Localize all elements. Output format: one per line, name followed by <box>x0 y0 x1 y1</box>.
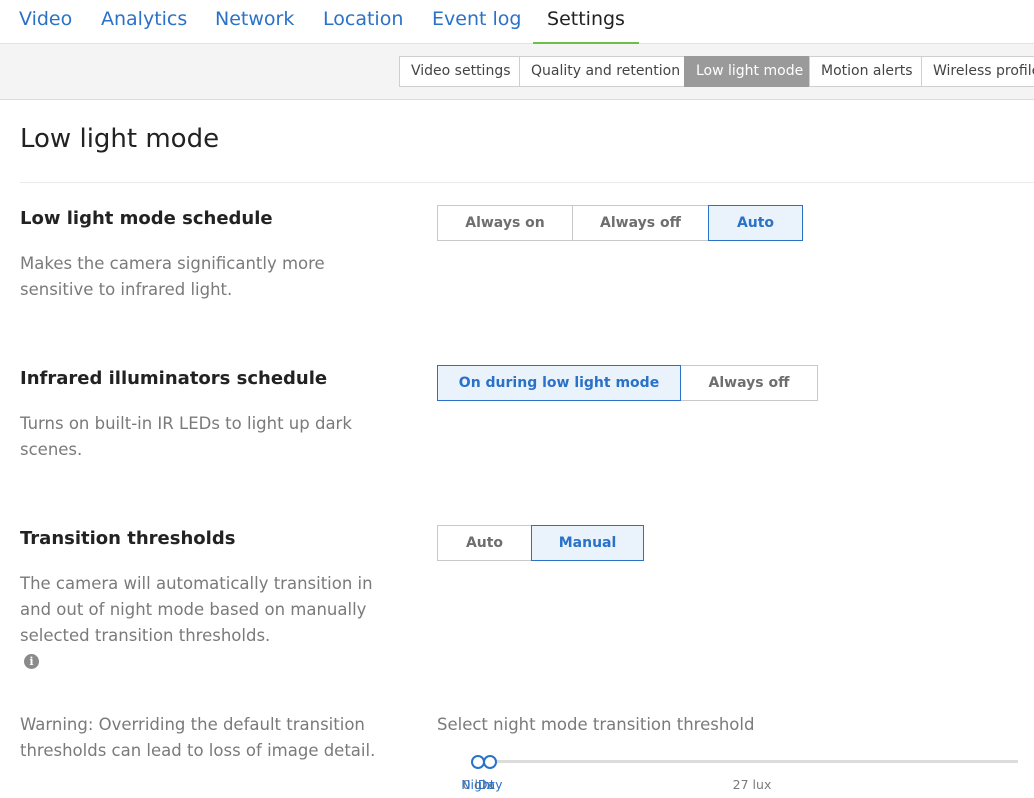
subtab-motion-alerts[interactable]: Motion alerts <box>809 56 922 87</box>
section-description-low-light-schedule: Makes the camera significantly more sens… <box>20 254 325 299</box>
subtab-wireless-profiles[interactable]: Wireless profiles <box>921 56 1034 87</box>
always-on-option[interactable]: Always on <box>437 205 573 241</box>
low-light-schedule-toggle: Always on Always off Auto <box>437 205 803 241</box>
tab-event-log[interactable]: Event log <box>432 0 521 44</box>
section-description-infrared-schedule: Turns on built-in IR LEDs to light up da… <box>20 414 352 459</box>
ir-always-off-option[interactable]: Always off <box>680 365 818 401</box>
section-description-transition-thresholds: The camera will automatically transition… <box>20 574 373 645</box>
info-icon[interactable]: i <box>24 654 39 669</box>
section-title-infrared-schedule: Infrared illuminators schedule <box>20 368 328 389</box>
tab-analytics[interactable]: Analytics <box>101 0 187 44</box>
day-handle-label: Day <box>477 777 503 792</box>
threshold-manual-option[interactable]: Manual <box>531 525 644 561</box>
top-navigation: Video Analytics Network Location Event l… <box>0 0 1034 44</box>
transition-thresholds-toggle: Auto Manual <box>437 525 644 561</box>
day-threshold-handle[interactable] <box>483 755 498 769</box>
subtab-quality-and-retention[interactable]: Quality and retention <box>519 56 685 87</box>
divider <box>20 182 1034 183</box>
subtab-low-light-mode[interactable]: Low light mode <box>684 56 810 87</box>
threshold-slider-label: Select night mode transition threshold <box>437 715 755 734</box>
tab-settings[interactable]: Settings <box>533 0 639 44</box>
auto-option[interactable]: Auto <box>708 205 803 241</box>
tab-location[interactable]: Location <box>323 0 403 44</box>
subtab-video-settings[interactable]: Video settings <box>399 56 520 87</box>
threshold-warning: Warning: Overriding the default transiti… <box>20 715 376 760</box>
max-lux-label: 27 lux <box>732 777 772 792</box>
on-during-low-light-option[interactable]: On during low light mode <box>437 365 681 401</box>
threshold-slider-track[interactable] <box>478 760 1018 763</box>
section-title-low-light-schedule: Low light mode schedule <box>20 208 273 229</box>
tab-video[interactable]: Video <box>19 0 72 44</box>
page-title: Low light mode <box>20 124 220 154</box>
section-title-transition-thresholds: Transition thresholds <box>20 528 236 549</box>
settings-subnavigation: Video settings Quality and retention Low… <box>0 44 1034 100</box>
threshold-auto-option[interactable]: Auto <box>437 525 532 561</box>
always-off-option[interactable]: Always off <box>572 205 709 241</box>
tab-network[interactable]: Network <box>215 0 294 44</box>
infrared-schedule-toggle: On during low light mode Always off <box>437 365 818 401</box>
